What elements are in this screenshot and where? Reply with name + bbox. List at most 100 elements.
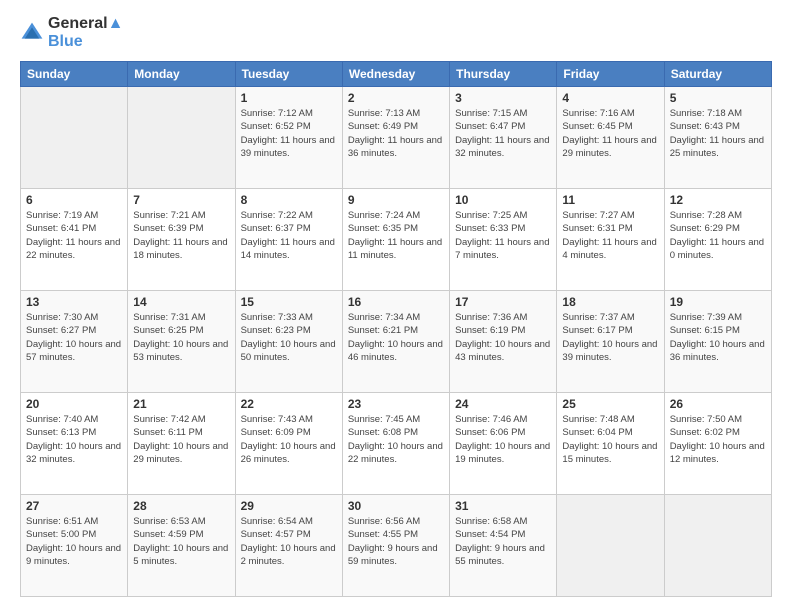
weekday-header-row: SundayMondayTuesdayWednesdayThursdayFrid… bbox=[21, 62, 772, 87]
header: General▲ Blue bbox=[20, 15, 772, 51]
calendar-cell: 3Sunrise: 7:15 AM Sunset: 6:47 PM Daylig… bbox=[450, 87, 557, 189]
day-info: Sunrise: 7:43 AM Sunset: 6:09 PM Dayligh… bbox=[241, 413, 337, 466]
calendar-table: SundayMondayTuesdayWednesdayThursdayFrid… bbox=[20, 61, 772, 597]
calendar-cell: 30 Sunrise: 6:56 AM Sunset: 4:55 PM Dayli… bbox=[342, 495, 449, 597]
day-number: 17 bbox=[455, 295, 551, 309]
day-number: 25 bbox=[562, 397, 658, 411]
weekday-header-tuesday: Tuesday bbox=[235, 62, 342, 87]
calendar-cell: 27Sunrise: 6:51 AM Sunset: 5:00 PM Dayli… bbox=[21, 495, 128, 597]
day-number: 21 bbox=[133, 397, 229, 411]
day-info: Sunrise: 7:40 AM Sunset: 6:13 PM Dayligh… bbox=[26, 413, 122, 466]
calendar-cell: 24 Sunrise: 7:46 AM Sunset: 6:06 PM Dayli… bbox=[450, 393, 557, 495]
calendar-cell: 8Sunrise: 7:22 AM Sunset: 6:37 PM Daylig… bbox=[235, 189, 342, 291]
day-info: Sunrise: 7:12 AM Sunset: 6:52 PM Dayligh… bbox=[241, 107, 337, 160]
day-number: 31 bbox=[455, 499, 551, 513]
day-number: 5 bbox=[670, 91, 766, 105]
day-number: 9 bbox=[348, 193, 444, 207]
day-info: Sunrise: 7:16 AM Sunset: 6:45 PM Dayligh… bbox=[562, 107, 658, 160]
day-info: Sunrise: 7:50 AM Sunset: 6:02 PM Dayligh… bbox=[670, 413, 766, 466]
calendar-cell: 6 Sunrise: 7:19 AM Sunset: 6:41 PM Daylig… bbox=[21, 189, 128, 291]
weekday-header-thursday: Thursday bbox=[450, 62, 557, 87]
logo: General▲ Blue bbox=[20, 15, 123, 51]
calendar-cell: 19 Sunrise: 7:39 AM Sunset: 6:15 PM Dayli… bbox=[664, 291, 771, 393]
day-number: 19 bbox=[670, 295, 766, 309]
day-info: Sunrise: 7:25 AM Sunset: 6:33 PM Dayligh… bbox=[455, 209, 551, 262]
calendar-cell: 23 Sunrise: 7:45 AM Sunset: 6:08 PM Dayli… bbox=[342, 393, 449, 495]
day-number: 14 bbox=[133, 295, 229, 309]
day-number: 11 bbox=[562, 193, 658, 207]
calendar-cell: 10 Sunrise: 7:25 AM Sunset: 6:33 PM Dayli… bbox=[450, 189, 557, 291]
calendar-week-row: 13Sunrise: 7:30 AM Sunset: 6:27 PM Dayli… bbox=[21, 291, 772, 393]
day-info: Sunrise: 6:53 AM Sunset: 4:59 PM Dayligh… bbox=[133, 515, 229, 568]
day-info: Sunrise: 7:39 AM Sunset: 6:15 PM Dayligh… bbox=[670, 311, 766, 364]
day-info: Sunrise: 7:19 AM Sunset: 6:41 PM Dayligh… bbox=[26, 209, 122, 262]
day-number: 2 bbox=[348, 91, 444, 105]
calendar-cell: 25 Sunrise: 7:48 AM Sunset: 6:04 PM Dayli… bbox=[557, 393, 664, 495]
calendar-cell: 5 Sunrise: 7:18 AM Sunset: 6:43 PM Daylig… bbox=[664, 87, 771, 189]
day-number: 4 bbox=[562, 91, 658, 105]
weekday-header-wednesday: Wednesday bbox=[342, 62, 449, 87]
day-number: 3 bbox=[455, 91, 551, 105]
calendar-cell: 14 Sunrise: 7:31 AM Sunset: 6:25 PM Dayli… bbox=[128, 291, 235, 393]
calendar-cell: 22 Sunrise: 7:43 AM Sunset: 6:09 PM Dayli… bbox=[235, 393, 342, 495]
day-number: 26 bbox=[670, 397, 766, 411]
calendar-week-row: 1 Sunrise: 7:12 AM Sunset: 6:52 PM Daylig… bbox=[21, 87, 772, 189]
calendar-cell bbox=[664, 495, 771, 597]
logo-icon bbox=[20, 21, 44, 45]
calendar-cell: 29 Sunrise: 6:54 AM Sunset: 4:57 PM Dayli… bbox=[235, 495, 342, 597]
calendar-cell bbox=[557, 495, 664, 597]
day-info: Sunrise: 7:31 AM Sunset: 6:25 PM Dayligh… bbox=[133, 311, 229, 364]
calendar-cell: 12Sunrise: 7:28 AM Sunset: 6:29 PM Dayli… bbox=[664, 189, 771, 291]
day-number: 22 bbox=[241, 397, 337, 411]
day-info: Sunrise: 7:37 AM Sunset: 6:17 PM Dayligh… bbox=[562, 311, 658, 364]
calendar-cell: 9Sunrise: 7:24 AM Sunset: 6:35 PM Daylig… bbox=[342, 189, 449, 291]
day-number: 18 bbox=[562, 295, 658, 309]
weekday-header-friday: Friday bbox=[557, 62, 664, 87]
day-info: Sunrise: 7:45 AM Sunset: 6:08 PM Dayligh… bbox=[348, 413, 444, 466]
day-info: Sunrise: 7:33 AM Sunset: 6:23 PM Dayligh… bbox=[241, 311, 337, 364]
day-number: 1 bbox=[241, 91, 337, 105]
calendar-cell: 15 Sunrise: 7:33 AM Sunset: 6:23 PM Dayli… bbox=[235, 291, 342, 393]
day-number: 10 bbox=[455, 193, 551, 207]
day-info: Sunrise: 7:13 AM Sunset: 6:49 PM Dayligh… bbox=[348, 107, 444, 160]
day-number: 20 bbox=[26, 397, 122, 411]
calendar-cell: 20 Sunrise: 7:40 AM Sunset: 6:13 PM Dayli… bbox=[21, 393, 128, 495]
day-number: 15 bbox=[241, 295, 337, 309]
day-info: Sunrise: 7:48 AM Sunset: 6:04 PM Dayligh… bbox=[562, 413, 658, 466]
day-number: 23 bbox=[348, 397, 444, 411]
calendar-cell: 26 Sunrise: 7:50 AM Sunset: 6:02 PM Dayli… bbox=[664, 393, 771, 495]
day-info: Sunrise: 7:27 AM Sunset: 6:31 PM Dayligh… bbox=[562, 209, 658, 262]
calendar-week-row: 27Sunrise: 6:51 AM Sunset: 5:00 PM Dayli… bbox=[21, 495, 772, 597]
day-info: Sunrise: 6:56 AM Sunset: 4:55 PM Dayligh… bbox=[348, 515, 444, 568]
calendar-cell: 7Sunrise: 7:21 AM Sunset: 6:39 PM Daylig… bbox=[128, 189, 235, 291]
calendar-cell: 21 Sunrise: 7:42 AM Sunset: 6:11 PM Dayli… bbox=[128, 393, 235, 495]
calendar-cell: 18 Sunrise: 7:37 AM Sunset: 6:17 PM Dayli… bbox=[557, 291, 664, 393]
weekday-header-monday: Monday bbox=[128, 62, 235, 87]
day-number: 6 bbox=[26, 193, 122, 207]
logo-text: General▲ Blue bbox=[48, 15, 123, 51]
day-info: Sunrise: 7:18 AM Sunset: 6:43 PM Dayligh… bbox=[670, 107, 766, 160]
day-number: 12 bbox=[670, 193, 766, 207]
page: General▲ Blue SundayMondayTuesdayWednesd… bbox=[0, 0, 792, 612]
day-number: 30 bbox=[348, 499, 444, 513]
day-info: Sunrise: 6:54 AM Sunset: 4:57 PM Dayligh… bbox=[241, 515, 337, 568]
day-number: 7 bbox=[133, 193, 229, 207]
calendar-cell: 17Sunrise: 7:36 AM Sunset: 6:19 PM Dayli… bbox=[450, 291, 557, 393]
calendar-cell: 16Sunrise: 7:34 AM Sunset: 6:21 PM Dayli… bbox=[342, 291, 449, 393]
weekday-header-saturday: Saturday bbox=[664, 62, 771, 87]
day-info: Sunrise: 7:46 AM Sunset: 6:06 PM Dayligh… bbox=[455, 413, 551, 466]
day-info: Sunrise: 7:22 AM Sunset: 6:37 PM Dayligh… bbox=[241, 209, 337, 262]
weekday-header-sunday: Sunday bbox=[21, 62, 128, 87]
day-info: Sunrise: 7:34 AM Sunset: 6:21 PM Dayligh… bbox=[348, 311, 444, 364]
day-number: 24 bbox=[455, 397, 551, 411]
day-number: 29 bbox=[241, 499, 337, 513]
calendar-cell bbox=[21, 87, 128, 189]
day-info: Sunrise: 6:58 AM Sunset: 4:54 PM Dayligh… bbox=[455, 515, 551, 568]
calendar-cell: 11 Sunrise: 7:27 AM Sunset: 6:31 PM Dayli… bbox=[557, 189, 664, 291]
calendar-cell: 4 Sunrise: 7:16 AM Sunset: 6:45 PM Daylig… bbox=[557, 87, 664, 189]
day-info: Sunrise: 7:42 AM Sunset: 6:11 PM Dayligh… bbox=[133, 413, 229, 466]
calendar-cell: 1 Sunrise: 7:12 AM Sunset: 6:52 PM Daylig… bbox=[235, 87, 342, 189]
calendar-week-row: 20 Sunrise: 7:40 AM Sunset: 6:13 PM Dayli… bbox=[21, 393, 772, 495]
day-number: 27 bbox=[26, 499, 122, 513]
day-number: 13 bbox=[26, 295, 122, 309]
